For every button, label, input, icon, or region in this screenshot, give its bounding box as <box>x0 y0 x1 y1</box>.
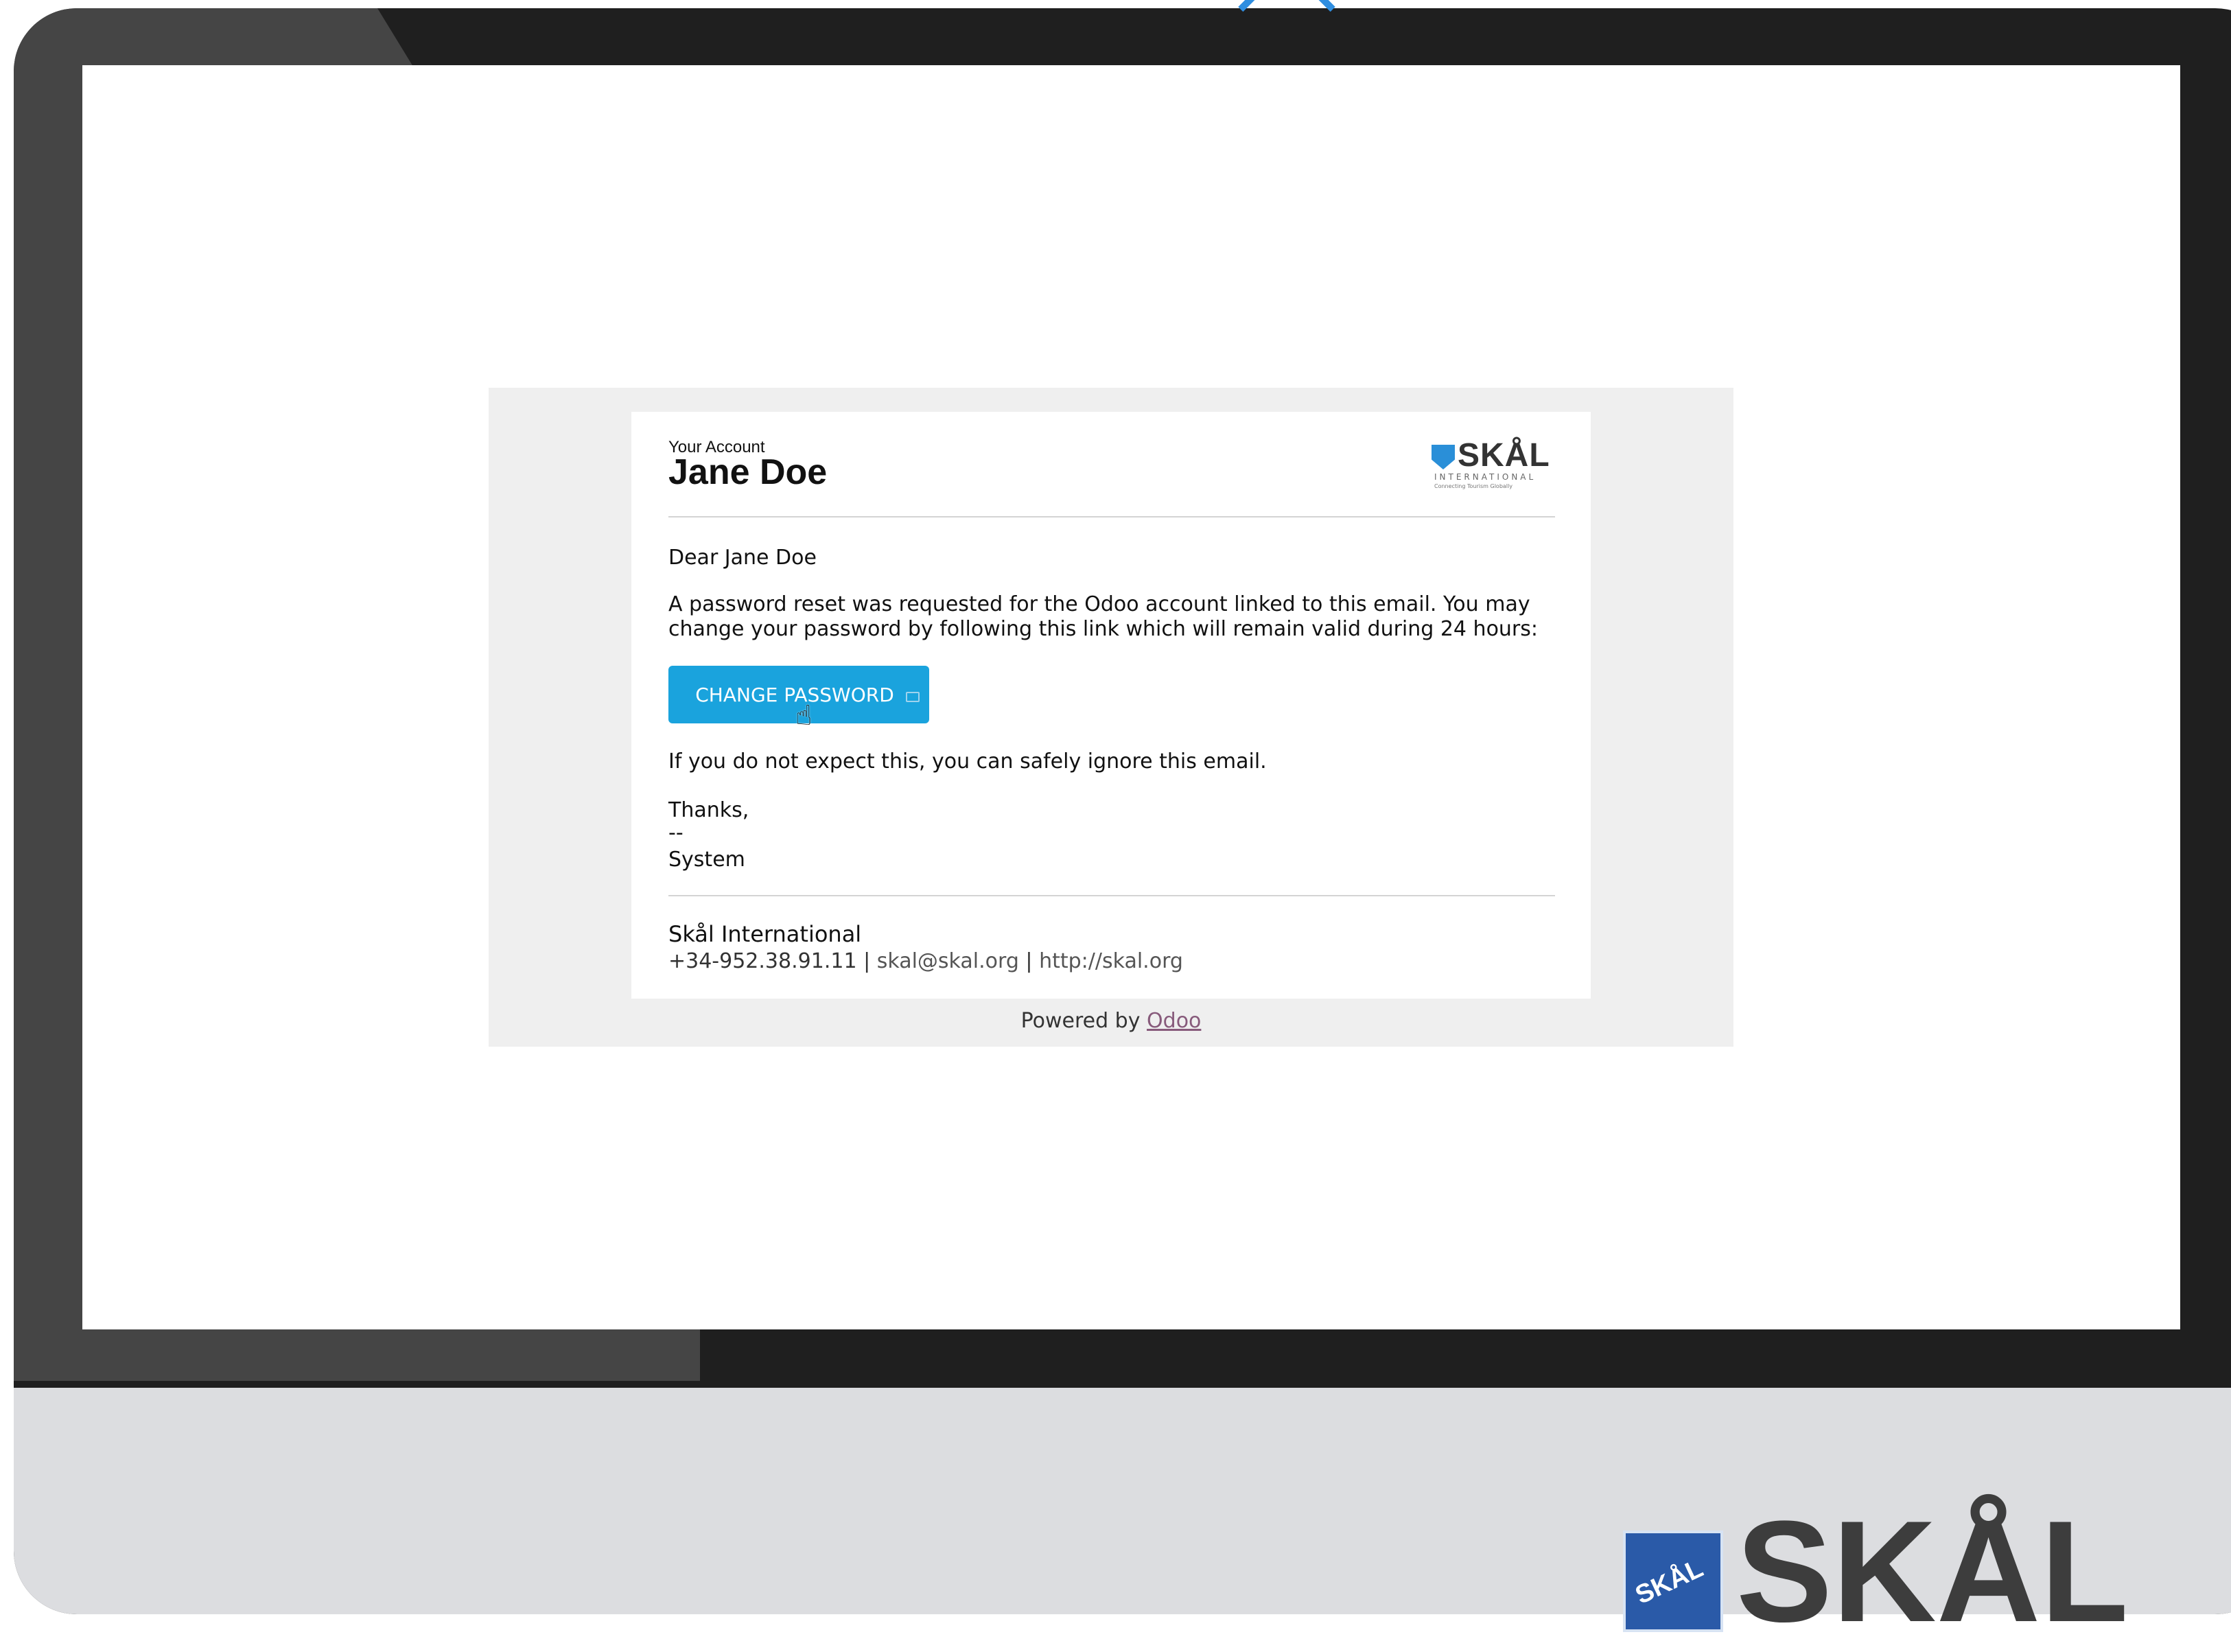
footer-website-link[interactable]: http://skal.org <box>1039 949 1183 973</box>
company-logo: SKÅL INTERNATIONAL Connecting Tourism Gl… <box>1432 437 1550 491</box>
footer-contact: +34-952.38.91.11 | skal@skal.org | http:… <box>668 949 1183 973</box>
body-line-2: change your password by following this l… <box>668 617 1539 641</box>
footer-divider <box>668 895 1555 896</box>
logo-word: SKÅL <box>1458 437 1550 474</box>
ignore-text: If you do not expect this, you can safel… <box>668 749 1267 773</box>
body-line-1: A password reset was requested for the O… <box>668 592 1530 616</box>
email-card: Your Account Jane Doe SKÅL INTERNATIONAL… <box>631 412 1591 999</box>
logo-tagline: Connecting Tourism Globally <box>1434 483 1512 489</box>
shield-icon <box>1432 445 1455 469</box>
odoo-link[interactable]: Odoo <box>1147 1009 1201 1033</box>
brand-word: SKÅL <box>1736 1491 2129 1652</box>
screen: Your Account Jane Doe SKÅL INTERNATIONAL… <box>82 65 2180 1329</box>
signoff-dash: -- <box>668 821 684 845</box>
logo-subtitle: INTERNATIONAL <box>1434 472 1537 482</box>
hand-cursor-icon: ☝ <box>795 700 813 732</box>
footer-separator: | <box>1025 949 1033 973</box>
change-password-label: CHANGE PASSWORD <box>695 683 894 706</box>
signoff-thanks: Thanks, <box>668 798 749 822</box>
powered-by-text: Powered by <box>1020 1009 1141 1033</box>
email-background: Your Account Jane Doe SKÅL INTERNATIONAL… <box>489 388 1733 1047</box>
header-name: Jane Doe <box>668 452 828 492</box>
footer-email-link[interactable]: skal@skal.org <box>877 949 1019 973</box>
greeting: Dear Jane Doe <box>668 546 817 570</box>
change-password-button[interactable]: CHANGE PASSWORD ☝ <box>668 666 929 732</box>
badge-text: SKÅL <box>1631 1554 1708 1610</box>
footer-company: Skål International <box>668 921 862 947</box>
powered-by: Powered by Odoo <box>489 1009 1733 1033</box>
signoff-name: System <box>668 848 745 872</box>
footer-separator: | <box>863 949 871 973</box>
monitor-frame: Your Account Jane Doe SKÅL INTERNATIONAL… <box>14 8 2231 1614</box>
header-divider <box>668 516 1555 517</box>
footer-phone: +34-952.38.91.11 <box>668 949 857 973</box>
envelope-icon <box>906 692 920 702</box>
bottom-brand-logo: SKÅL SKÅL <box>1623 1500 2231 1644</box>
badge-icon: SKÅL <box>1623 1531 1723 1632</box>
